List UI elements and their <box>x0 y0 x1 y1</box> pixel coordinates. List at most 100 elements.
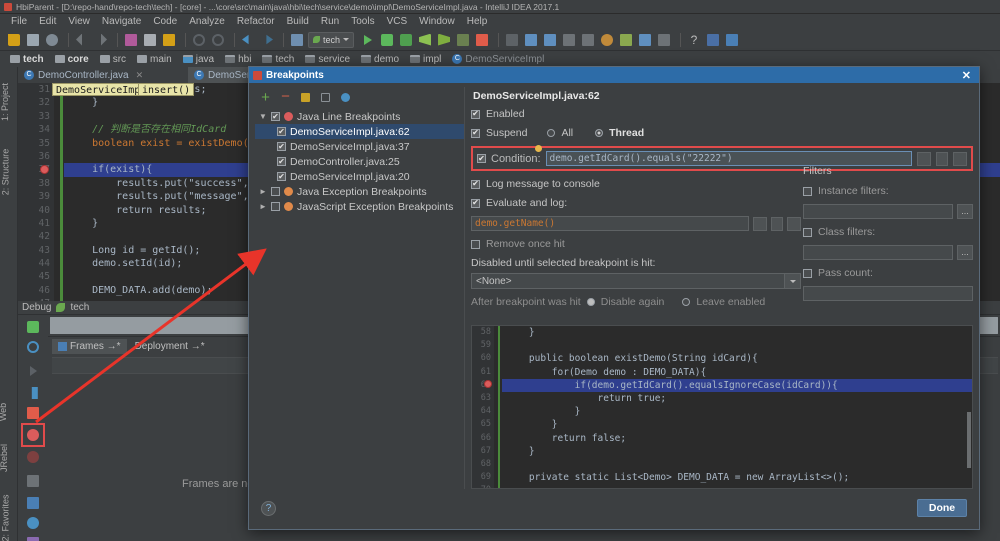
copy-icon[interactable] <box>142 32 158 48</box>
tree-item-democontroller-25[interactable]: ✔ DemoController.java:25 <box>255 154 464 169</box>
jrebel-icon[interactable] <box>705 32 721 48</box>
editor-breakpoint-marker[interactable] <box>40 165 49 174</box>
condition-history-dropdown-icon[interactable] <box>936 152 948 166</box>
class-filters-field-row[interactable]: ... <box>803 245 973 260</box>
stop-icon[interactable] <box>474 32 490 48</box>
vcs-update-icon[interactable] <box>523 32 539 48</box>
tool-window-structure[interactable]: 2: Structure <box>0 139 18 209</box>
menu-edit[interactable]: Edit <box>33 16 62 27</box>
attach-icon[interactable] <box>455 32 471 48</box>
settings-icon[interactable] <box>25 473 41 489</box>
run-coverage-icon[interactable] <box>398 32 414 48</box>
breadcrumb-item-impl[interactable]: impl <box>406 54 445 65</box>
open-folder-icon[interactable] <box>6 32 22 48</box>
forward-icon[interactable] <box>259 32 275 48</box>
class-filters-input[interactable] <box>803 245 953 260</box>
pass-count-input[interactable] <box>803 286 973 301</box>
vcs-commit-icon[interactable] <box>542 32 558 48</box>
class-filters-checkbox[interactable]: ✔ <box>803 228 812 237</box>
debug-icon[interactable] <box>379 32 395 48</box>
menu-bar[interactable]: File Edit View Navigate Code Analyze Ref… <box>0 14 1000 29</box>
remove-once-hit-checkbox[interactable]: ✔ <box>471 240 480 249</box>
stop-icon[interactable] <box>25 405 41 421</box>
rebuild-icon[interactable] <box>436 32 452 48</box>
enabled-row[interactable]: ✔ Enabled <box>471 108 771 120</box>
help-icon[interactable]: ? <box>686 32 702 48</box>
log-message-checkbox[interactable]: ✔ <box>471 180 480 189</box>
tree-group-java-line-breakpoints[interactable]: ▼ ✔ Java Line Breakpoints <box>255 109 464 124</box>
save-all-icon[interactable] <box>25 32 41 48</box>
pass-count-field-row[interactable] <box>803 286 973 301</box>
menu-tools[interactable]: Tools <box>345 16 380 27</box>
instance-filters-browse-button[interactable]: ... <box>957 204 973 219</box>
evaluate-field-row[interactable]: demo.getName() <box>471 216 801 231</box>
breadcrumb-item-hbi[interactable]: hbi <box>221 54 255 65</box>
tab-frames[interactable]: Frames →* <box>52 339 127 354</box>
breadcrumb-item-main[interactable]: main <box>133 54 176 65</box>
menu-refactor[interactable]: Refactor <box>231 16 281 27</box>
breadcrumb-item-class[interactable]: CDemoServiceImpl <box>448 54 548 65</box>
menu-code[interactable]: Code <box>147 16 183 27</box>
view-source-icon[interactable] <box>339 91 352 104</box>
revert-icon[interactable] <box>599 32 615 48</box>
instance-filters-field-row[interactable]: ... <box>803 204 973 219</box>
gear-icon[interactable] <box>25 515 41 531</box>
chevron-right-icon[interactable]: ► <box>259 187 267 196</box>
menu-build[interactable]: Build <box>281 16 315 27</box>
close-icon[interactable]: ✕ <box>962 69 975 82</box>
condition-editor-icon[interactable] <box>953 152 967 166</box>
suspend-row[interactable]: ✔ Suspend All Thread <box>471 127 771 139</box>
disabled-until-select[interactable]: <None> <box>471 273 801 289</box>
tree-group-java-exception-breakpoints[interactable]: ► ✔ Java Exception Breakpoints <box>255 184 464 199</box>
breadcrumb-item-tech[interactable]: tech <box>6 54 48 65</box>
duplicate-icon[interactable] <box>319 91 332 104</box>
rerun-icon[interactable] <box>25 319 41 335</box>
breakpoints-tree[interactable]: ▼ ✔ Java Line Breakpoints ✔ DemoServiceI… <box>255 109 464 489</box>
menu-navigate[interactable]: Navigate <box>96 16 147 27</box>
checkbox[interactable]: ✔ <box>271 202 280 211</box>
build-icon[interactable] <box>417 32 433 48</box>
menu-vcs[interactable]: VCS <box>381 16 414 27</box>
evaluate-input[interactable]: demo.getName() <box>471 216 749 231</box>
settings-icon[interactable] <box>637 32 653 48</box>
breakpoints-dialog[interactable]: Breakpoints ✕ + − ▼ ✔ Java L <box>248 66 980 530</box>
history-icon[interactable] <box>561 32 577 48</box>
help-icon[interactable]: ? <box>261 501 276 516</box>
layout-icon[interactable] <box>724 32 740 48</box>
run-configuration-selector[interactable]: tech <box>308 32 354 48</box>
editor-tab-democontroller[interactable]: C DemoController.java ✕ <box>18 67 149 83</box>
tab-deployment[interactable]: Deployment →* <box>129 339 211 354</box>
branch-icon[interactable] <box>618 32 634 48</box>
pause-icon[interactable] <box>25 385 41 401</box>
compile-icon[interactable] <box>289 32 305 48</box>
menu-window[interactable]: Window <box>413 16 461 27</box>
menu-view[interactable]: View <box>62 16 96 27</box>
chevron-down-icon[interactable] <box>784 274 800 288</box>
menu-run[interactable]: Run <box>315 16 345 27</box>
tool-window-project[interactable]: 1: Project <box>0 75 18 133</box>
after-hit-row[interactable]: After breakpoint was hit Disable again L… <box>471 296 811 308</box>
restart-icon[interactable] <box>25 339 41 355</box>
log-message-row[interactable]: ✔ Log message to console <box>471 178 771 190</box>
checkbox[interactable]: ✔ <box>277 157 286 166</box>
breadcrumb-item-tech2[interactable]: tech <box>258 54 298 65</box>
instance-filters-input[interactable] <box>803 204 953 219</box>
preview-scrollbar[interactable] <box>967 412 971 468</box>
pass-count-row[interactable]: ✔ Pass count: <box>803 267 973 279</box>
tree-item-demoserviceimpl-37[interactable]: ✔ DemoServiceImpl.java:37 <box>255 139 464 154</box>
breadcrumb-item-demo[interactable]: demo <box>357 54 403 65</box>
instance-filters-checkbox[interactable]: ✔ <box>803 187 812 196</box>
after-hit-disable-again-radio[interactable] <box>587 298 595 306</box>
redo-icon[interactable] <box>93 32 109 48</box>
breadcrumb-item-java[interactable]: java <box>179 54 218 65</box>
class-filters-row[interactable]: ✔ Class filters: <box>803 226 973 238</box>
chevron-right-icon[interactable]: ► <box>259 202 267 211</box>
checkbox[interactable]: ✔ <box>277 127 286 136</box>
menu-file[interactable]: File <box>5 16 33 27</box>
condition-input[interactable]: demo.getIdCard().equals("22222") <box>546 151 912 166</box>
breadcrumb-item-core[interactable]: core <box>51 54 93 65</box>
suspend-all-radio[interactable] <box>547 129 555 137</box>
diff-icon[interactable] <box>580 32 596 48</box>
undo-icon[interactable] <box>74 32 90 48</box>
checkbox[interactable]: ✔ <box>271 187 280 196</box>
